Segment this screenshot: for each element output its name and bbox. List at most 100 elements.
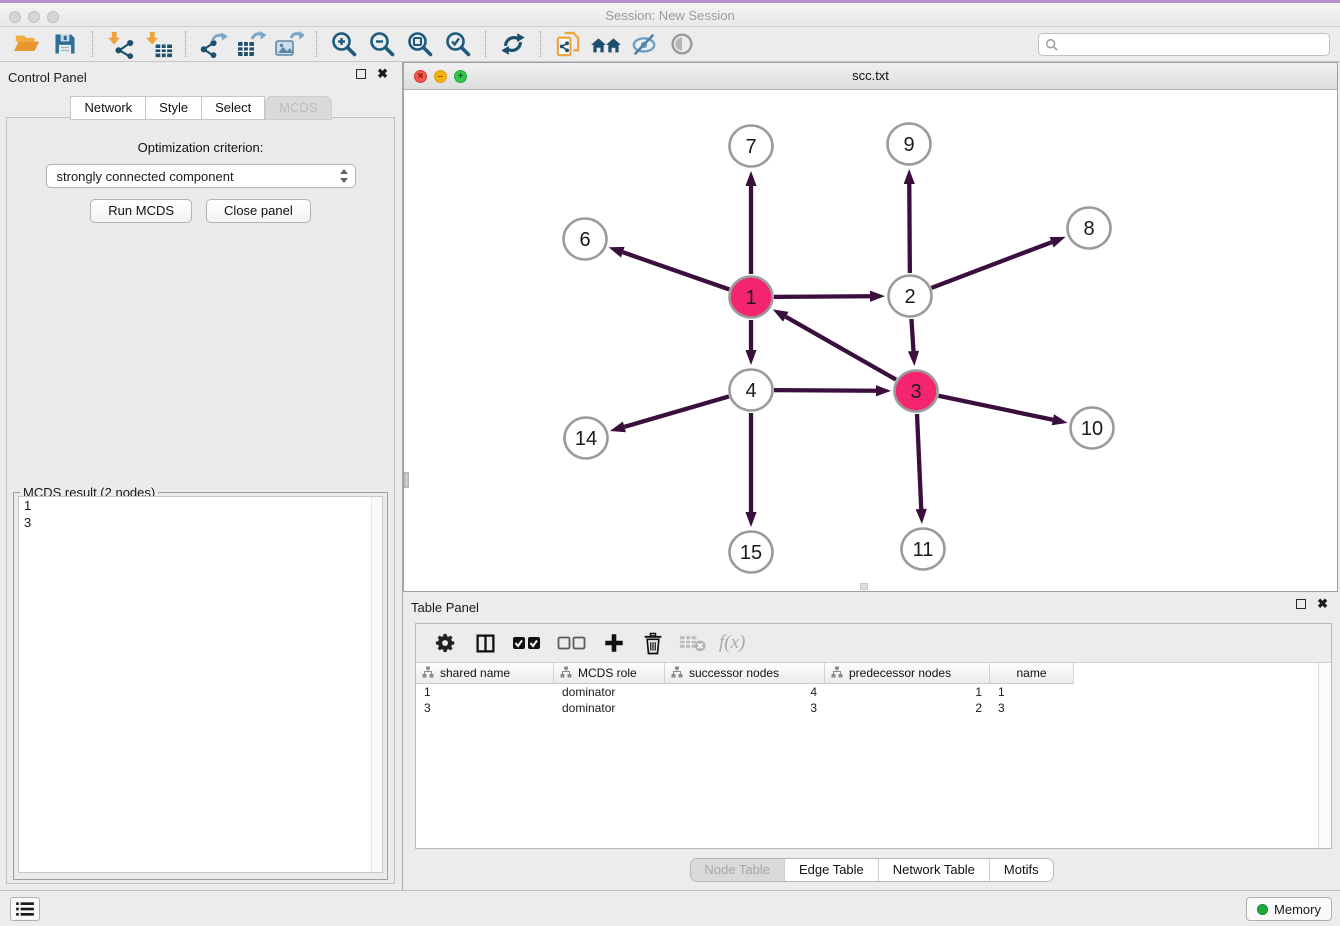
tab-select[interactable]: Select: [202, 96, 265, 120]
network-window-titlebar[interactable]: × – + scc.txt: [404, 63, 1337, 90]
graph-edge-arrowhead: [745, 512, 756, 527]
table-row[interactable]: 3dominator323: [416, 700, 1331, 716]
toolbar-separator: [540, 31, 541, 57]
close-panel-icon[interactable]: ✖: [377, 69, 388, 79]
toolbar-separator: [485, 31, 486, 57]
gear-icon: [435, 632, 457, 654]
clone-network-button[interactable]: [549, 28, 587, 60]
show-panels-button[interactable]: [663, 28, 701, 60]
graph-edge-arrowhead: [609, 247, 625, 258]
search-box[interactable]: [1038, 33, 1330, 56]
export-network-button[interactable]: [194, 28, 232, 60]
table-scrollbar[interactable]: [1318, 663, 1331, 848]
canvas-vscroll-thumb[interactable]: [404, 472, 409, 488]
column-layout-button[interactable]: [471, 628, 499, 658]
column-header-mcds-role[interactable]: MCDS role: [554, 663, 665, 684]
graph-edge-arrowhead: [870, 291, 885, 302]
refresh-layout-button[interactable]: [494, 28, 532, 60]
network-canvas[interactable]: 7968124314101511: [404, 90, 1337, 591]
graph-edge[interactable]: [774, 390, 876, 391]
close-table-panel-icon[interactable]: ✖: [1317, 599, 1328, 609]
table-cell[interactable]: 3: [990, 700, 1074, 716]
table-cell[interactable]: 4: [665, 684, 825, 700]
table-row[interactable]: 1dominator411: [416, 684, 1331, 700]
graph-edge[interactable]: [624, 396, 729, 426]
unselect-all-columns-button[interactable]: [555, 628, 589, 658]
criterion-dropdown[interactable]: strongly connected component: [46, 164, 356, 188]
close-panel-button[interactable]: Close panel: [206, 199, 311, 223]
tab-node-table[interactable]: Node Table: [690, 859, 784, 881]
table-cell[interactable]: 1: [990, 684, 1074, 700]
zoom-selected-button[interactable]: [439, 28, 477, 60]
delete-table-button-disabled: [678, 628, 706, 658]
graph-edge[interactable]: [774, 296, 870, 297]
graph-edge[interactable]: [786, 317, 896, 380]
status-bar: Memory: [0, 890, 1340, 926]
column-header-name[interactable]: name: [990, 663, 1074, 684]
table-body: 1dominator4113dominator323: [416, 684, 1331, 716]
import-network-button[interactable]: [101, 28, 139, 60]
table-cell[interactable]: 1: [825, 684, 990, 700]
graph-edge[interactable]: [939, 396, 1053, 420]
tab-mcds[interactable]: MCDS: [265, 96, 331, 120]
export-table-button[interactable]: [232, 28, 270, 60]
table-panel: Table Panel ✖ f(x) shared nameMCDS roles…: [403, 592, 1340, 890]
graph-node-label: 7: [745, 136, 756, 158]
memory-button[interactable]: Memory: [1246, 897, 1332, 921]
result-line: 3: [19, 514, 382, 531]
tab-network-table[interactable]: Network Table: [878, 859, 989, 881]
mcds-result-text[interactable]: 13: [18, 496, 383, 873]
graph-edge[interactable]: [909, 184, 910, 273]
float-table-panel-icon[interactable]: [1296, 599, 1306, 609]
column-header-successor-nodes[interactable]: successor nodes: [665, 663, 825, 684]
zoom-out-button[interactable]: [363, 28, 401, 60]
graph-node-label: 15: [740, 542, 762, 564]
export-image-button[interactable]: [270, 28, 308, 60]
table-cell[interactable]: 3: [416, 700, 554, 716]
graph-edge[interactable]: [917, 414, 921, 509]
search-input[interactable]: [1059, 38, 1323, 52]
column-header-predecessor-nodes[interactable]: predecessor nodes: [825, 663, 990, 684]
task-history-button[interactable]: [10, 897, 40, 921]
table-cell[interactable]: 1: [416, 684, 554, 700]
graph-edge-arrowhead: [1050, 237, 1066, 248]
add-column-button[interactable]: [600, 628, 628, 658]
zoom-in-button[interactable]: [325, 28, 363, 60]
plus-icon: [603, 632, 625, 654]
graph-edge[interactable]: [911, 319, 913, 351]
float-panel-icon[interactable]: [356, 69, 366, 79]
hide-panels-button[interactable]: [625, 28, 663, 60]
graph-edge-arrowhead: [1052, 414, 1068, 425]
select-all-columns-button[interactable]: [510, 628, 544, 658]
column-hierarchy-icon: [560, 666, 572, 678]
clone-network-icon: [554, 30, 583, 59]
table-cell[interactable]: 3: [665, 700, 825, 716]
delete-column-button[interactable]: [639, 628, 667, 658]
table-cell[interactable]: dominator: [554, 700, 665, 716]
graph-node-label: 3: [910, 381, 921, 403]
column-header-shared-name[interactable]: shared name: [416, 663, 554, 684]
main-toolbar: [0, 27, 1340, 62]
graph-node-label: 1: [745, 287, 756, 309]
optimization-criterion-label: Optimization criterion:: [7, 140, 394, 155]
open-session-button[interactable]: [8, 28, 46, 60]
graph-edge[interactable]: [932, 242, 1052, 288]
table-cell[interactable]: dominator: [554, 684, 665, 700]
graph-edge[interactable]: [623, 252, 730, 289]
run-mcds-button[interactable]: Run MCDS: [90, 199, 192, 223]
canvas-grip[interactable]: [860, 583, 868, 590]
import-table-button[interactable]: [139, 28, 177, 60]
show-panels-icon: [668, 30, 696, 58]
table-settings-button[interactable]: [432, 628, 460, 658]
tab-motifs[interactable]: Motifs: [989, 859, 1053, 881]
import-network-icon: [106, 30, 135, 59]
result-scrollbar[interactable]: [371, 497, 382, 872]
tab-edge-table[interactable]: Edge Table: [784, 859, 878, 881]
table-cell[interactable]: 2: [825, 700, 990, 716]
delete-table-icon: [679, 633, 706, 653]
tab-style[interactable]: Style: [146, 96, 202, 120]
session-home-button[interactable]: [587, 28, 625, 60]
zoom-fit-button[interactable]: [401, 28, 439, 60]
save-session-button[interactable]: [46, 28, 84, 60]
tab-network[interactable]: Network: [70, 96, 146, 120]
